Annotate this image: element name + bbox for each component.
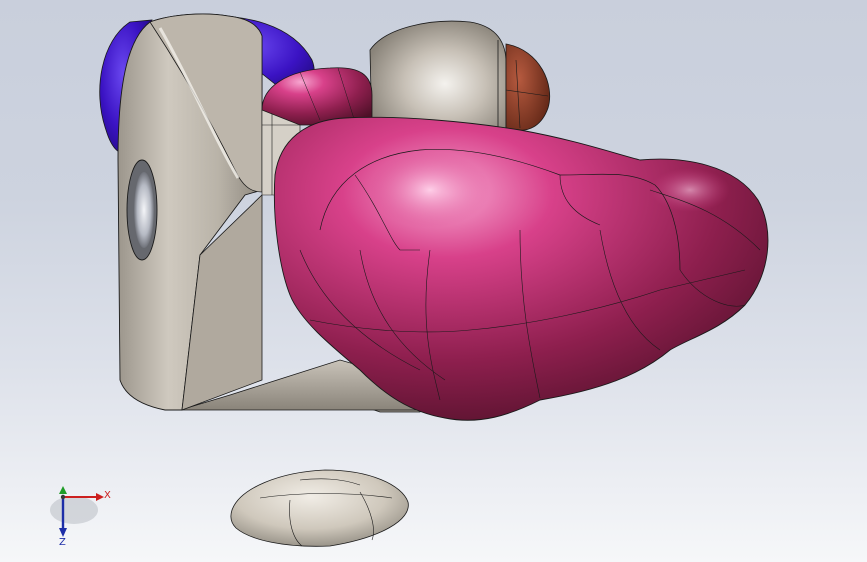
z-axis-label: Z: [59, 537, 66, 546]
model-view[interactable]: [0, 0, 867, 562]
graphics-viewport[interactable]: X Z: [0, 0, 867, 562]
triad-icon: X Z: [50, 486, 111, 546]
puck-part: [230, 469, 409, 547]
brown-cap: [505, 43, 550, 131]
x-axis-label: X: [104, 490, 111, 501]
